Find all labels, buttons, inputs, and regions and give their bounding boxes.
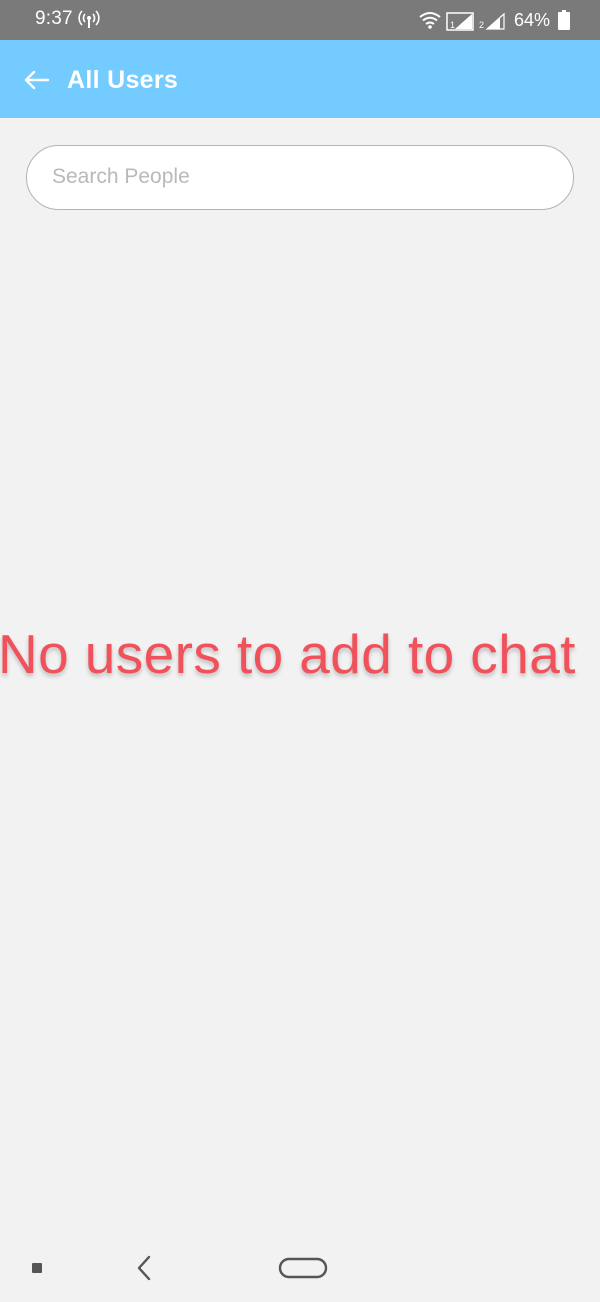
status-bar: 9:37 1 2 64%: [0, 0, 600, 40]
sim2-signal-icon: 2: [479, 12, 505, 30]
battery-icon: [558, 10, 570, 30]
page-title: All Users: [67, 66, 179, 94]
svg-text:1: 1: [450, 20, 455, 30]
hotspot-icon: [78, 10, 100, 28]
home-icon[interactable]: [278, 1256, 328, 1280]
arrow-left-icon[interactable]: [18, 62, 54, 98]
sim1-signal-icon: 1: [446, 12, 474, 31]
search-input[interactable]: [52, 146, 552, 208]
empty-state-message: No users to add to chat: [0, 623, 576, 685]
status-time: 9:37: [35, 8, 73, 29]
status-icons: 1 2 64%: [418, 7, 570, 33]
back-icon[interactable]: [133, 1255, 155, 1281]
recents-icon[interactable]: [32, 1263, 42, 1273]
svg-text:2: 2: [479, 20, 484, 30]
search-field[interactable]: [26, 145, 574, 210]
battery-percent: 64%: [513, 9, 550, 30]
app-bar: All Users: [0, 40, 600, 118]
wifi-icon: [419, 12, 441, 29]
navigation-bar: [0, 1232, 600, 1302]
